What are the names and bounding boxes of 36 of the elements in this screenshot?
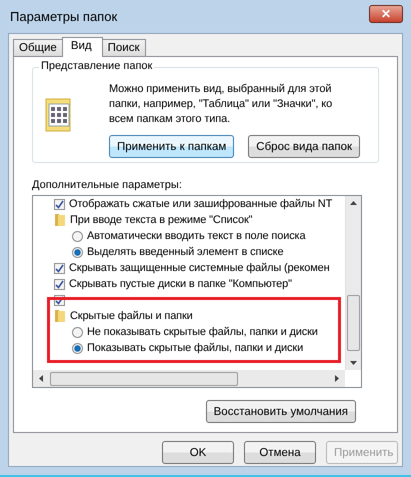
- horizontal-scrollbar[interactable]: [33, 370, 345, 387]
- setting-label: Скрытые файлы и папки: [70, 310, 193, 322]
- tab[interactable]: Общие: [13, 39, 63, 56]
- radio-button[interactable]: [72, 326, 83, 338]
- folder-icon: [54, 309, 66, 323]
- tab[interactable]: Поиск: [102, 39, 146, 56]
- vertical-scrollbar[interactable]: [345, 196, 361, 370]
- setting-label: Не показывать скрытые файлы, папки и диски: [87, 326, 318, 338]
- setting-label: Скрывать защищенные системные файлы (рекомен: [69, 262, 330, 274]
- scroll-down-icon[interactable]: [350, 361, 357, 365]
- setting-label: При вводе текста в режиме "Список": [70, 214, 252, 226]
- setting-label: Отображать сжатые или зашифрованные файлы NT: [69, 198, 332, 210]
- cancel-button[interactable]: Отмена: [244, 441, 316, 464]
- radio-button[interactable]: [72, 230, 83, 242]
- setting-label: Автоматически вводить текст в поле поиска: [87, 230, 306, 242]
- folder-icon: [54, 213, 66, 227]
- radio-button[interactable]: [72, 342, 83, 354]
- checkbox[interactable]: [54, 278, 65, 290]
- setting-label: Показывать скрытые файлы, папки и диски: [87, 342, 304, 354]
- tab[interactable]: Вид: [62, 37, 103, 57]
- scroll-left-icon[interactable]: [39, 375, 43, 382]
- section-label: Дополнительные параметры:: [32, 179, 183, 191]
- scroll-right-icon[interactable]: [335, 375, 339, 382]
- checkbox[interactable]: [54, 262, 65, 274]
- radio-button[interactable]: [72, 246, 83, 258]
- checkbox[interactable]: [54, 198, 65, 210]
- window-title: Параметры папок: [10, 9, 118, 24]
- reset-folders-button[interactable]: Сброс вида папок: [248, 135, 360, 158]
- scroll-up-icon[interactable]: [350, 201, 357, 205]
- ok-button[interactable]: OK: [162, 441, 234, 464]
- group-title: Представление папок: [39, 60, 154, 72]
- setting-label: Скрывать пустые диски в папке "Компьютер": [69, 278, 292, 290]
- apply-to-folders-button[interactable]: Применить к папкам: [109, 135, 234, 158]
- restore-defaults-button[interactable]: Восстановить умолчания: [206, 400, 356, 423]
- description-text: Можно применить вид, выбранный для этой папки, например, "Таблица" или "Значки", ко всем папкам этого типа.: [109, 82, 334, 127]
- setting-label: Выделять введенный элемент в списке: [87, 246, 284, 258]
